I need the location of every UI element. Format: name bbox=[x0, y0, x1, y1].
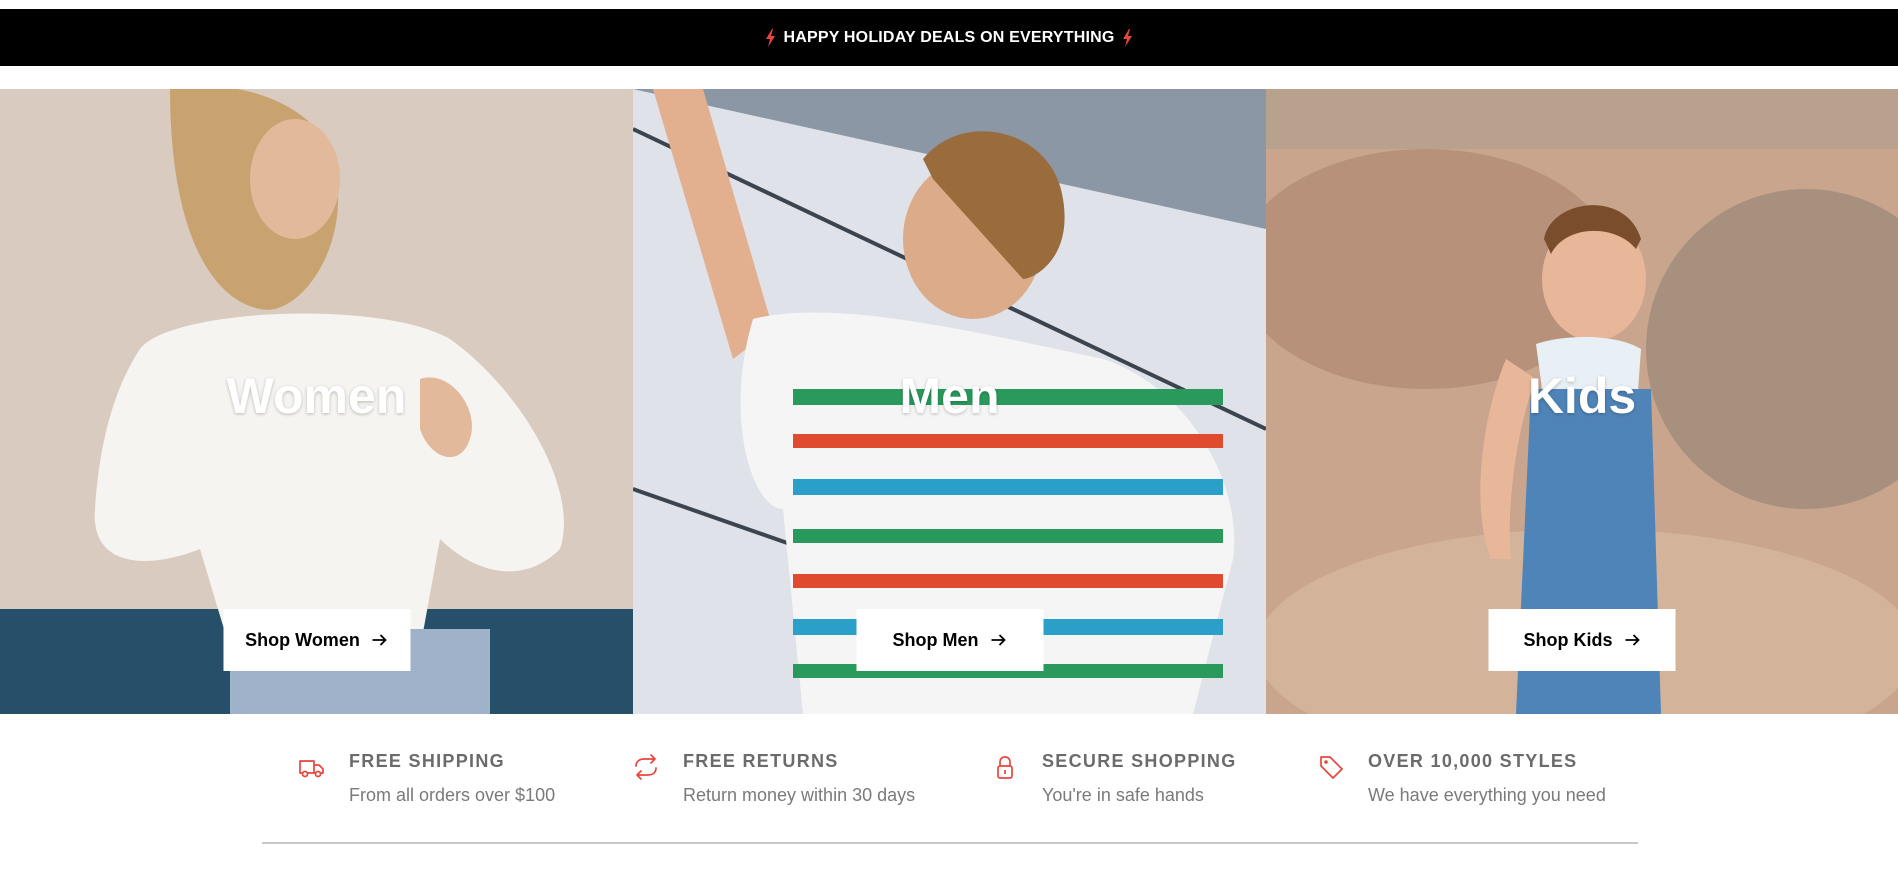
shop-kids-button[interactable]: Shop Kids bbox=[1488, 609, 1676, 671]
truck-icon bbox=[299, 760, 324, 778]
feature-title: FREE SHIPPING bbox=[349, 751, 505, 771]
feature-subtitle: We have everything you need bbox=[1368, 785, 1606, 805]
announcement-bar: HAPPY HOLIDAY DEALS ON EVERYTHING bbox=[0, 9, 1898, 66]
refresh-icon bbox=[635, 754, 657, 780]
features-row: FREE SHIPPING From all orders over $100 … bbox=[0, 748, 1898, 818]
tag-icon bbox=[1320, 756, 1343, 779]
feature-subtitle: You're in safe hands bbox=[1042, 785, 1204, 805]
announcement-text: HAPPY HOLIDAY DEALS ON EVERYTHING bbox=[783, 28, 1115, 46]
feature-subtitle: From all orders over $100 bbox=[349, 785, 556, 805]
shop-kids-label: Shop Kids bbox=[1523, 629, 1613, 650]
feature-title: OVER 10,000 STYLES bbox=[1368, 751, 1578, 771]
category-panels: Women Shop Women Men Shop Men Kids Shop … bbox=[0, 89, 1898, 714]
arrow-right-icon bbox=[372, 634, 388, 646]
category-title-men: Men bbox=[899, 368, 1000, 424]
shop-men-button[interactable]: Shop Men bbox=[856, 609, 1043, 671]
lock-icon bbox=[997, 756, 1013, 779]
section-divider bbox=[262, 842, 1638, 844]
arrow-right-icon bbox=[991, 634, 1006, 646]
category-panel-women[interactable]: Women Shop Women bbox=[0, 89, 633, 714]
category-title-women: Women bbox=[226, 368, 407, 424]
category-panel-men[interactable]: Men Shop Men bbox=[633, 89, 1266, 714]
lightning-bolt-icon bbox=[766, 28, 776, 47]
shop-men-label: Shop Men bbox=[892, 629, 979, 650]
feature-title: FREE RETURNS bbox=[683, 751, 839, 771]
category-title-kids: Kids bbox=[1527, 368, 1637, 424]
lightning-bolt-icon bbox=[1122, 28, 1132, 47]
shop-women-label: Shop Women bbox=[245, 629, 360, 650]
arrow-right-icon bbox=[1625, 634, 1640, 646]
category-panel-kids[interactable]: Kids Shop Kids bbox=[1266, 89, 1898, 714]
feature-title: SECURE SHOPPING bbox=[1042, 751, 1237, 771]
feature-subtitle: Return money within 30 days bbox=[683, 785, 916, 805]
shop-women-button[interactable]: Shop Women bbox=[223, 609, 410, 671]
